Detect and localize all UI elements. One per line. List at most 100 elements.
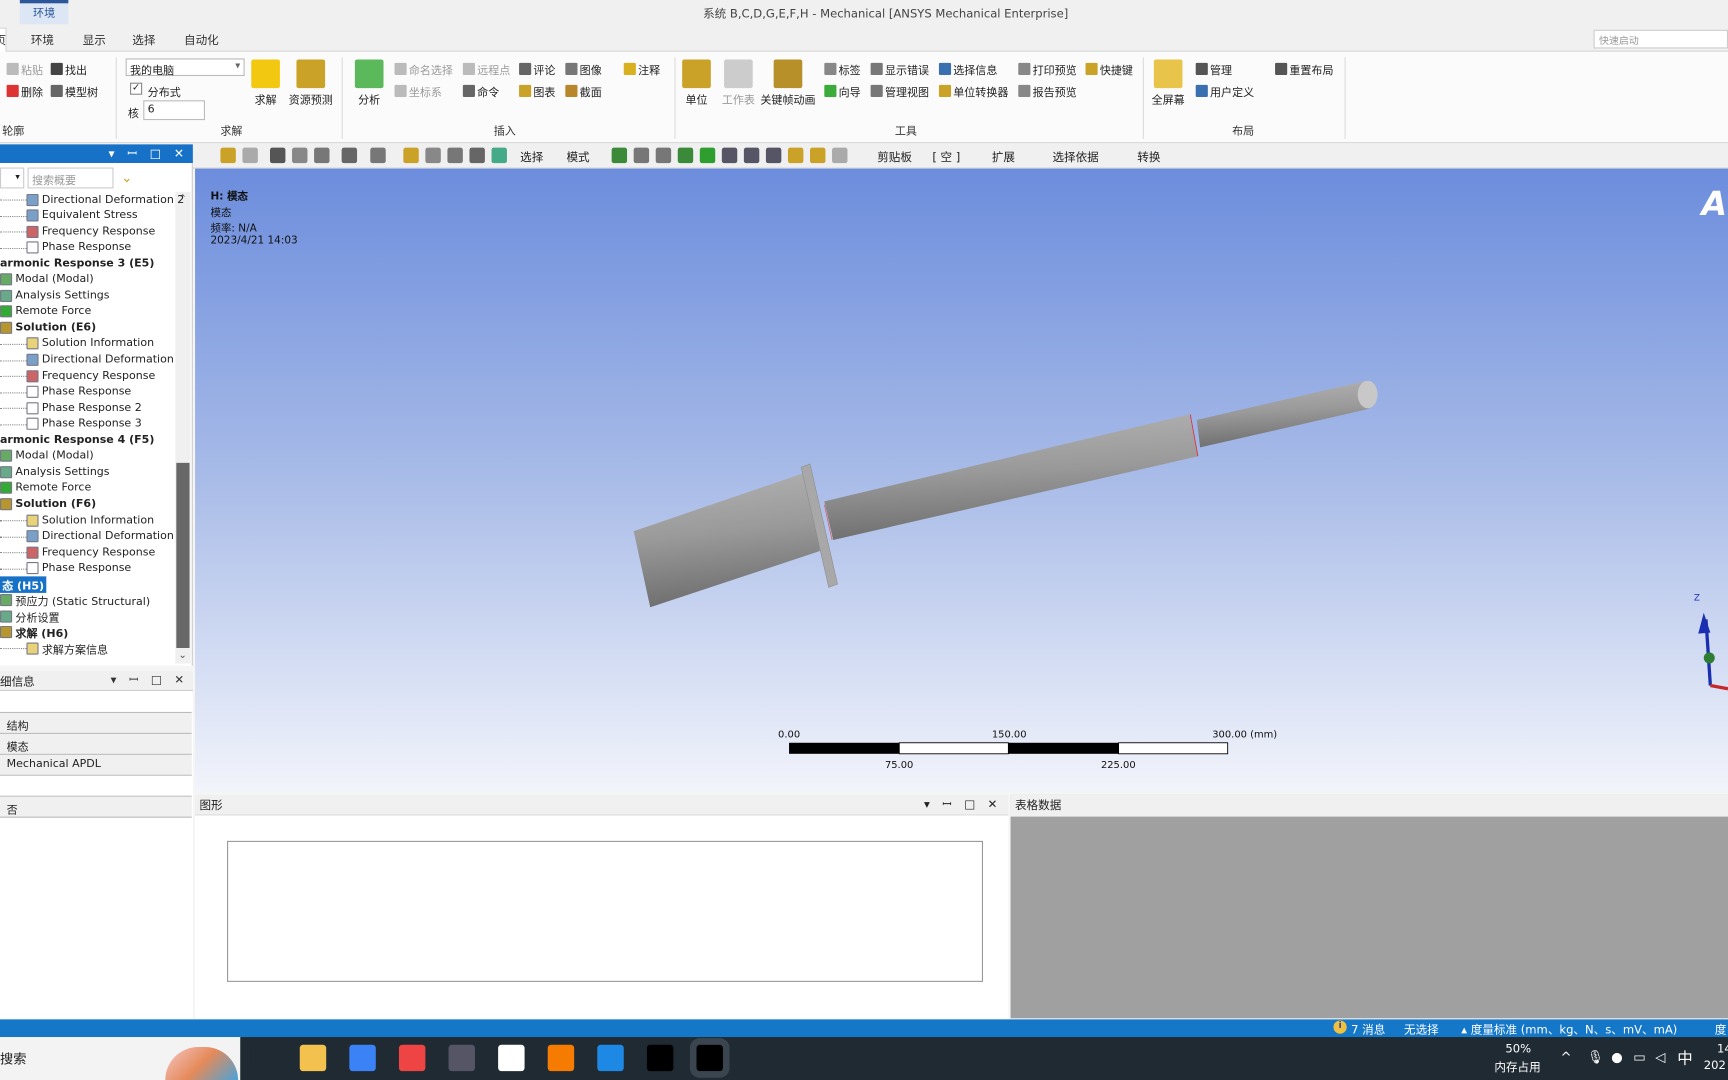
recorder-icon[interactable]	[547, 1044, 575, 1072]
tree-item[interactable]: Frequency Response	[26, 224, 155, 239]
details-row[interactable]: 结构	[0, 713, 192, 734]
show-errors-button[interactable]: 显示错误	[870, 61, 929, 77]
quick-launch-input[interactable]: 快速启动	[1593, 29, 1728, 49]
app-icon[interactable]	[597, 1044, 624, 1072]
toolbar-icon-button[interactable]	[787, 147, 804, 164]
analysis-button[interactable]: 分析	[354, 59, 384, 107]
tray-expand-icon[interactable]: ^	[1560, 1049, 1571, 1064]
print-preview-button[interactable]: 打印预览	[1018, 61, 1077, 77]
toolbar-icon-button[interactable]	[242, 147, 258, 164]
manage-views-button[interactable]: 管理视图	[870, 83, 929, 99]
app-icon[interactable]	[448, 1044, 475, 1072]
details-row[interactable]	[0, 692, 192, 714]
tree-item[interactable]: Solution Information	[26, 512, 154, 527]
toolbar-icon-button[interactable]	[743, 147, 760, 164]
clipboard-dropdown[interactable]: 剪贴板	[877, 149, 912, 166]
find-button[interactable]: 找出	[50, 61, 87, 77]
tree-item[interactable]: Remote Force	[0, 480, 91, 495]
coordinate-system-button[interactable]: 坐标系	[394, 83, 442, 99]
tree-item[interactable]: Modal (Modal)	[0, 448, 94, 463]
tree-item[interactable]: Phase Response 2	[26, 400, 142, 415]
units-button[interactable]: 单位	[682, 59, 711, 107]
resource-prediction-button[interactable]: 资源预测	[289, 59, 333, 107]
shortcut-keys-button[interactable]: 快捷键	[1085, 61, 1133, 77]
tree-item[interactable]: Equivalent Stress	[26, 208, 138, 223]
tree-item[interactable]: Phase Response	[26, 240, 131, 255]
tree-item[interactable]: armonic Response 3 (E5)	[0, 256, 154, 271]
baidu-netdisk-icon[interactable]	[498, 1044, 525, 1072]
tag-button[interactable]: 标签	[824, 61, 861, 77]
tree-item[interactable]: Remote Force	[0, 304, 91, 319]
unit-converter-button[interactable]: 单位转换器	[938, 83, 1008, 99]
manage-button[interactable]: 管理	[1195, 61, 1232, 77]
file-explorer-icon[interactable]	[299, 1044, 327, 1072]
mode-dropdown[interactable]: 模式	[566, 149, 589, 166]
tree-item[interactable]: Directional Deformation 2	[26, 192, 184, 207]
graph-area[interactable]	[227, 840, 984, 982]
details-row[interactable]: 模态	[0, 733, 192, 755]
clock-time[interactable]: 14	[1717, 1043, 1728, 1056]
selection-info-button[interactable]: 选择信息	[938, 61, 997, 77]
toolbar-icon-button[interactable]	[491, 147, 507, 164]
chrome-icon[interactable]	[398, 1044, 426, 1072]
command-button[interactable]: 命令	[462, 83, 499, 99]
toolbar-icon-button[interactable]	[220, 147, 236, 164]
toolbar-icon-button[interactable]	[699, 147, 716, 164]
tree-item[interactable]: Analysis Settings	[0, 288, 110, 303]
toolbar-icon-button[interactable]	[425, 147, 441, 164]
details-row[interactable]: Mechanical APDL	[0, 754, 192, 776]
toolbar-icon-button[interactable]	[832, 147, 848, 164]
toolbar-icon-button[interactable]	[341, 147, 358, 164]
select-button[interactable]: 选择	[520, 149, 543, 166]
large-cylinder[interactable]	[633, 471, 820, 608]
clipboard-empty[interactable]: [ 空 ]	[932, 149, 960, 166]
panel-window-buttons[interactable]: ▾ ꟷ □ ✕	[924, 797, 1002, 812]
tree-item[interactable]: Analysis Settings	[0, 464, 110, 479]
tree-item[interactable]: 预应力 (Static Structural)	[0, 593, 150, 609]
convert-dropdown[interactable]: 转换	[1137, 149, 1160, 166]
tree-item[interactable]: Modal (Modal)	[0, 272, 94, 287]
toolbar-icon-button[interactable]	[633, 147, 650, 164]
toolbar-icon-button[interactable]	[809, 147, 826, 164]
remote-point-button[interactable]: 远程点	[462, 61, 510, 77]
toolbar-icon-button[interactable]	[403, 147, 419, 164]
tree-item[interactable]: 分析设置	[0, 609, 60, 625]
tree-item[interactable]: Phase Response	[26, 384, 131, 399]
mechanical-icon[interactable]	[689, 1038, 730, 1078]
tree-item[interactable]: 求解方案信息	[26, 641, 108, 657]
toolbar-icon-button[interactable]	[314, 147, 330, 164]
select-by-dropdown[interactable]: 选择依据	[1052, 149, 1098, 166]
feishu-icon[interactable]	[349, 1044, 376, 1072]
tree-item[interactable]: Solution (F6)	[0, 496, 96, 511]
microphone-icon[interactable]: 🎙	[1587, 1049, 1604, 1064]
keyframe-animation-button[interactable]: 关键帧动画	[760, 59, 816, 107]
qq-icon[interactable]: ●	[1611, 1049, 1623, 1064]
annotation-button[interactable]: 注释	[623, 61, 660, 77]
toolbar-icon-button[interactable]	[677, 147, 694, 164]
tree-item[interactable]: Phase Response	[26, 561, 131, 576]
chart-button[interactable]: 图表	[519, 83, 555, 99]
paste-button[interactable]: 粘贴	[6, 61, 43, 77]
ime-indicator[interactable]: 中	[1677, 1047, 1692, 1069]
toolbar-icon-button[interactable]	[765, 147, 782, 164]
toolbar-icon-button[interactable]	[447, 147, 463, 164]
section-button[interactable]: 截面	[565, 83, 602, 99]
tree-item[interactable]: Phase Response 3	[26, 416, 142, 431]
messages-count[interactable]: 7 消息	[1351, 1022, 1385, 1039]
fullscreen-button[interactable]: 全屏幕	[1152, 59, 1185, 107]
details-row[interactable]	[0, 775, 192, 797]
toolbar-icon-button[interactable]	[370, 147, 386, 164]
tree-item[interactable]: 求解 (H6)	[0, 625, 68, 641]
report-preview-button[interactable]: 报告预览	[1018, 83, 1077, 99]
tree-item[interactable]: 态 (H5)	[0, 576, 47, 593]
image-button[interactable]: 图像	[565, 61, 602, 77]
wizard-button[interactable]: 向导	[824, 83, 861, 99]
tree-item[interactable]: Frequency Response	[26, 368, 155, 383]
unit-system[interactable]: ▴ 度量标准 (mm、kg、N、s、mV、mA)	[1461, 1022, 1677, 1039]
named-selection-button[interactable]: 命名选择	[394, 61, 453, 77]
toolbar-icon-button[interactable]	[611, 147, 628, 164]
delete-button[interactable]: 删除	[6, 83, 43, 99]
reset-layout-button[interactable]: 重置布局	[1275, 61, 1333, 77]
small-shaft[interactable]	[1196, 381, 1369, 448]
toolbar-icon-button[interactable]	[655, 147, 672, 164]
